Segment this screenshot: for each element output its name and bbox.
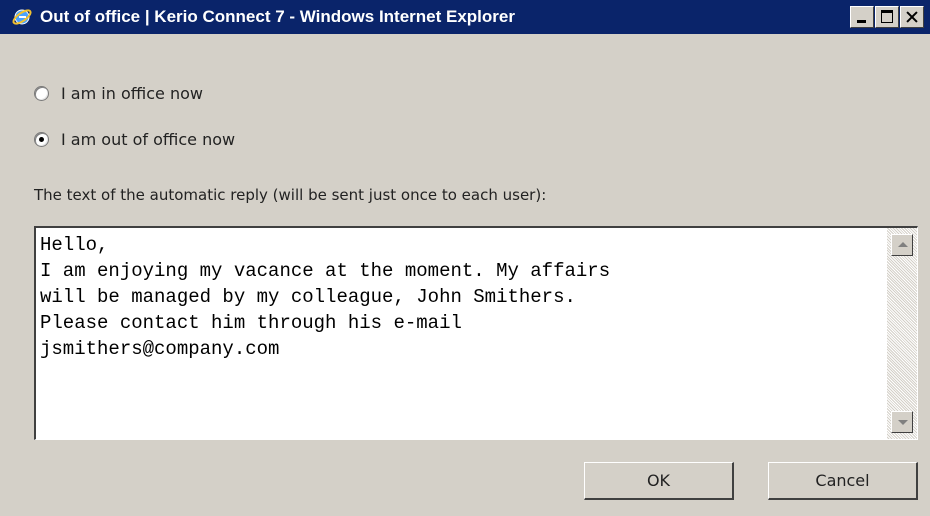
radio-button-out-of-office[interactable]: [34, 132, 49, 147]
close-button[interactable]: [900, 6, 924, 28]
window-title: Out of office | Kerio Connect 7 - Window…: [40, 7, 515, 26]
reply-text-label: The text of the automatic reply (will be…: [34, 186, 547, 204]
internet-explorer-icon: [10, 5, 34, 29]
title-bar: Out of office | Kerio Connect 7 - Window…: [0, 0, 930, 34]
scroll-up-arrow-icon[interactable]: [891, 234, 913, 256]
reply-textarea[interactable]: Hello, I am enjoying my vacance at the m…: [34, 226, 918, 440]
radio-out-of-office[interactable]: I am out of office now: [34, 130, 235, 149]
radio-in-office[interactable]: I am in office now: [34, 84, 203, 103]
radio-label-in-office: I am in office now: [61, 84, 203, 103]
minimize-button[interactable]: [850, 6, 874, 28]
radio-button-in-office[interactable]: [34, 86, 49, 101]
radio-label-out-of-office: I am out of office now: [61, 130, 236, 149]
reply-text[interactable]: Hello, I am enjoying my vacance at the m…: [40, 232, 883, 435]
vertical-scrollbar[interactable]: [887, 228, 917, 439]
maximize-button[interactable]: [875, 6, 899, 28]
window-controls: [849, 6, 924, 28]
cancel-button[interactable]: Cancel: [768, 462, 918, 500]
ok-button[interactable]: OK: [584, 462, 734, 500]
scroll-down-arrow-icon[interactable]: [891, 411, 913, 433]
